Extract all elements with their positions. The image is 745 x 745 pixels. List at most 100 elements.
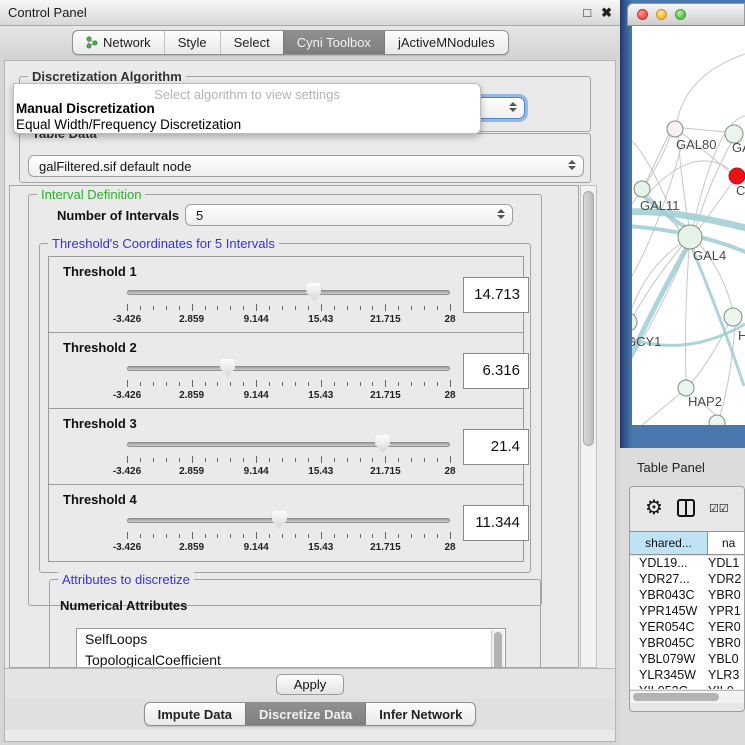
threshold-value-field[interactable]: 21.4	[463, 429, 529, 465]
attributes-group-label: Attributes to discretize	[58, 572, 194, 587]
discretization-algorithm-label: Discretization Algorithm	[28, 69, 186, 84]
tick-label: 21.715	[370, 542, 401, 553]
tab-infer-network[interactable]: Infer Network	[365, 703, 475, 725]
table-row[interactable]: YDL19...YDL1	[630, 556, 745, 572]
network-node-gal4[interactable]	[678, 225, 702, 249]
tab-cyni-toolbox[interactable]: Cyni Toolbox	[283, 31, 384, 54]
slider-thumb-icon[interactable]	[375, 435, 390, 453]
threshold-value-field[interactable]: 11.344	[463, 505, 529, 541]
network-edge[interactable]	[677, 54, 745, 121]
float-window-icon[interactable]: □	[583, 6, 591, 19]
list-scrollbar[interactable]	[491, 630, 504, 668]
slider-ticks	[127, 304, 450, 312]
threshold-slider[interactable]: -3.4262.8599.14415.4321.71528	[127, 435, 450, 479]
cell-name: YBR0	[708, 636, 745, 652]
cell-name: YER0	[708, 620, 745, 636]
slider-thumb-icon[interactable]	[272, 511, 287, 529]
settings-scrollbar-thumb[interactable]	[583, 191, 594, 446]
threshold-slider[interactable]: -3.4262.8599.14415.4321.71528	[127, 359, 450, 403]
tab-impute-data[interactable]: Impute Data	[145, 703, 245, 725]
slider-thumb-icon[interactable]	[220, 359, 235, 377]
tab-jactivemnodules[interactable]: jActiveMNodules	[384, 31, 508, 54]
interval-definition-group: Interval Definition Number of Intervals …	[28, 194, 542, 606]
threshold-value-field[interactable]: 14.713	[463, 277, 529, 313]
threshold-slider[interactable]: -3.4262.8599.14415.4321.71528	[127, 511, 450, 555]
network-node-gal80[interactable]	[667, 121, 683, 137]
select-columns-icon[interactable]: ☑☑	[709, 502, 729, 515]
attribute-item-topologicalcoefficient[interactable]: TopologicalCoefficient	[77, 650, 505, 668]
algorithm-option-equal-width-frequency-discretization[interactable]: Equal Width/Frequency Discretization	[14, 117, 480, 133]
threshold-row-1: Threshold 1-3.4262.8599.14415.4321.71528…	[49, 257, 523, 333]
network-canvas[interactable]: GAL80GACGAL11GAL4GCY1HHAP2	[632, 26, 745, 425]
column-header-shared[interactable]: shared...	[630, 532, 708, 554]
network-node-gcy1[interactable]	[632, 313, 637, 331]
network-edge[interactable]	[683, 128, 726, 132]
network-edge[interactable]	[646, 134, 669, 182]
node-label-h: H	[738, 328, 745, 343]
tick-label: 9.144	[244, 390, 269, 401]
slider-ticks	[127, 380, 450, 388]
network-window-titlebar	[627, 3, 745, 26]
table-panel-region: Table Panel ⚙ ☑☑ shared... na YDL19...YD…	[620, 448, 745, 745]
columns-icon[interactable]	[677, 499, 695, 517]
slider-ticks	[127, 532, 450, 540]
table-hscrollbar[interactable]	[630, 690, 744, 703]
num-intervals-combobox[interactable]: 5	[185, 204, 513, 226]
algorithm-option-manual-discretization[interactable]: Manual Discretization	[14, 101, 480, 117]
slider-track[interactable]	[127, 518, 450, 523]
minimize-traffic-light-icon[interactable]	[656, 9, 667, 20]
top-tab-bar: NetworkStyleSelectCyni ToolboxjActiveMNo…	[0, 26, 620, 59]
table-hscrollbar-thumb[interactable]	[633, 693, 719, 701]
gear-icon[interactable]: ⚙	[645, 498, 663, 518]
table-row[interactable]: YPR145WYPR1	[630, 604, 745, 620]
network-edge[interactable]	[646, 161, 729, 196]
table-panel: ⚙ ☑☑ shared... na YDL19...YDL1YDR27...YD…	[629, 486, 745, 712]
threshold-value-field[interactable]: 6.316	[463, 353, 529, 389]
cell-shared-name: YBR043C	[630, 588, 708, 604]
tick-label: -3.426	[113, 466, 141, 477]
attribute-item-selfloops[interactable]: SelfLoops	[77, 629, 505, 650]
thresholds-group-label: Threshold's Coordinates for 5 Intervals	[48, 236, 279, 251]
slider-track[interactable]	[127, 290, 450, 295]
network-edge[interactable]	[696, 143, 731, 227]
tab-style[interactable]: Style	[164, 31, 220, 54]
close-icon[interactable]: ✖	[601, 6, 612, 19]
slider-track[interactable]	[127, 366, 450, 371]
tab-discretize-data[interactable]: Discretize Data	[245, 703, 365, 725]
network-node-gal11[interactable]	[634, 181, 650, 197]
tab-network[interactable]: Network	[73, 31, 164, 54]
table-row[interactable]: YLR345WYLR3	[630, 668, 745, 684]
tab-select[interactable]: Select	[220, 31, 283, 54]
table-row[interactable]: YIL052CYIL0	[630, 684, 745, 689]
tick-label: 15.43	[308, 542, 333, 553]
network-edge[interactable]	[642, 392, 682, 425]
apply-button[interactable]: Apply	[276, 674, 344, 695]
table-row[interactable]: YER054CYER0	[630, 620, 745, 636]
network-node-red[interactable]	[729, 168, 745, 184]
network-node-node[interactable]	[709, 415, 725, 425]
cell-shared-name: YDR27...	[630, 572, 708, 588]
list-scrollbar-thumb[interactable]	[494, 632, 502, 668]
settings-scrollbar[interactable]	[580, 185, 597, 668]
slider-track[interactable]	[127, 442, 450, 447]
cell-shared-name: YPR145W	[630, 604, 708, 620]
slider-thumb-icon[interactable]	[306, 283, 321, 301]
table-row[interactable]: YBL079WYBL0	[630, 652, 745, 668]
algorithm-placeholder: Select algorithm to view settings	[14, 84, 480, 101]
zoom-traffic-light-icon[interactable]	[675, 9, 686, 20]
tick-label: 2.859	[179, 314, 204, 325]
table-row[interactable]: YBR045CYBR0	[630, 636, 745, 652]
tick-label: 9.144	[244, 542, 269, 553]
column-header-name[interactable]: na	[708, 532, 745, 554]
network-node-h[interactable]	[724, 308, 742, 326]
table-row[interactable]: YBR043CYBR0	[630, 588, 745, 604]
network-edge[interactable]	[685, 249, 689, 380]
table-data-combobox[interactable]: galFiltered.sif default node	[28, 155, 584, 177]
threshold-label: Threshold 3	[63, 416, 137, 431]
node-label-gcy1: GCY1	[632, 334, 661, 349]
threshold-row-3: Threshold 3 -3.4262.8599.14415.4321.71528…	[49, 409, 523, 485]
table-row[interactable]: YDR27...YDR2	[630, 572, 745, 588]
close-traffic-light-icon[interactable]	[637, 9, 648, 20]
tick-label: 21.715	[370, 390, 401, 401]
threshold-slider[interactable]: -3.4262.8599.14415.4321.71528	[127, 283, 450, 327]
